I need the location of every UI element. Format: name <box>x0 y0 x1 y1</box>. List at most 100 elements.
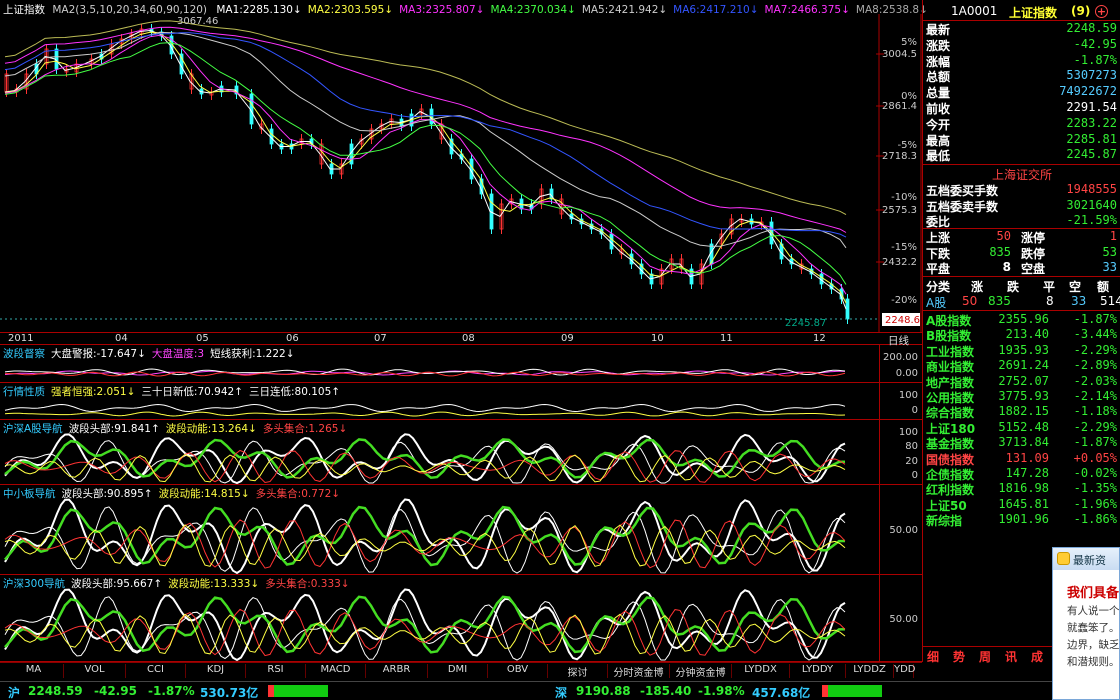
quote-value: 2291.54 <box>1066 100 1117 114</box>
side-tab[interactable]: 细 <box>927 648 939 665</box>
panel-divider <box>879 383 880 420</box>
indicator-tab-arbr[interactable]: ARBR <box>366 664 428 678</box>
month-label: 06 <box>286 333 299 344</box>
price-chart[interactable]: 3067.46 2245.87 3004.5 2861.4 2718.3 2575.3… <box>0 14 922 332</box>
side-tab[interactable]: 周 <box>979 648 991 665</box>
news-popup[interactable]: 最新资 我们具备 有人说一个 就蠢笨了。 边界，缺乏 和潜规则。 <box>1052 547 1120 700</box>
indicator-tab-kdj[interactable]: KDJ <box>186 664 246 678</box>
quote-value: -42.95 <box>1073 36 1117 51</box>
sh-pct: -1.87% <box>148 684 195 698</box>
index-row-pct: -2.29% <box>1073 342 1117 357</box>
class-header: 分类 涨 跌 平空 额 <box>923 278 1120 294</box>
index-row-pct: -1.18% <box>1073 404 1117 419</box>
quote-value: 2285.81 <box>1066 131 1117 146</box>
price-tick: 3004.5 <box>882 49 917 60</box>
quote-key: 总额 <box>926 70 951 85</box>
order-value: 3021640 <box>1066 197 1117 212</box>
indicator-panel[interactable]: 沪深A股导航 波段头部:91.841↑ 波段动能:13.264↓ 多头集合:1.265… <box>0 420 922 485</box>
popup-title[interactable]: 我们具备 <box>1053 570 1119 601</box>
index-row[interactable]: 地产指数 2752.07 -2.03% <box>923 374 1120 390</box>
indicator-panel[interactable]: 沪深300导航 波段头部:95.667↑ 波段动能:13.333↓ 多头集合:0.33… <box>0 575 922 662</box>
class-row[interactable]: A股 50 835 8 33 514 <box>923 294 1120 310</box>
index-row-value: 131.09 <box>1005 450 1049 465</box>
panel-plot <box>4 498 846 575</box>
quote-value: 2248.59 <box>1066 21 1117 35</box>
breadth-row: 下跌 835 跌停 53 <box>923 245 1120 261</box>
quote-row: 总量 74922672 <box>923 84 1120 100</box>
ma-line-6 <box>4 32 847 238</box>
indicator-tab-cci[interactable]: CCI <box>126 664 186 678</box>
order-row: 五档委卖手数 3021640 <box>923 198 1120 214</box>
index-row[interactable]: 综合指数 1882.15 -1.18% <box>923 404 1120 420</box>
order-key: 五档委卖手数 <box>926 199 999 214</box>
class-cell: 8 <box>1046 294 1054 308</box>
index-row[interactable]: 上证180 5152.48 -2.29% <box>923 420 1120 436</box>
indicator-tab-lyddy[interactable]: LYDDY <box>790 664 846 678</box>
month-label: 07 <box>374 333 387 344</box>
index-row[interactable]: A股指数 2355.96 -1.87% <box>923 312 1120 328</box>
exchange-title: 上海证交所 <box>923 166 1120 182</box>
indicator-tab-lyddx[interactable]: LYDDX <box>732 664 790 678</box>
indicator-panel[interactable]: 波段督察 大盘警报:-17.647↓ 大盘温度:3 短线获利:1.222↓ 200.00… <box>0 345 922 383</box>
index-row[interactable]: 公用指数 3775.93 -2.14% <box>923 389 1120 405</box>
panel-plot <box>4 433 846 485</box>
indicator-panel[interactable]: 中小板导航 波段头部:90.895↑ 波段动能:14.815↓ 多头集合:0.772↓… <box>0 485 922 575</box>
indicator-tab-lyddz[interactable]: LYDDZ <box>846 664 894 678</box>
quote-suffix: (9) <box>1071 4 1091 18</box>
indicator-tab-ydd[interactable]: YDD <box>894 664 916 678</box>
indicator-tab-分时资金博[interactable]: 分时资金博 <box>608 664 670 679</box>
index-row[interactable]: 企债指数 147.28 -0.02% <box>923 466 1120 482</box>
sh-value: 2248.59 <box>28 684 83 698</box>
price-tick: 2718.3 <box>882 151 917 162</box>
candle-body <box>845 298 850 320</box>
indicator-tab-rsi[interactable]: RSI <box>246 664 306 678</box>
last-price-tag: 2248.6 <box>885 315 920 326</box>
pct-tick: -15% <box>891 242 917 253</box>
popup-line: 和潜规则。 <box>1067 656 1120 668</box>
indicator-panel[interactable]: 行情性质 强者恒强:2.051↓ 三十日新低:70.942↑ 三日连低:80.105↑… <box>0 383 922 420</box>
indicator-tab-dmi[interactable]: DMI <box>428 664 488 678</box>
panel-divider <box>879 485 880 575</box>
quote-header: 1A0001 上证指数 (9) + <box>923 4 1120 20</box>
breadth-cell: 50 <box>996 229 1011 243</box>
indicator-tab-分钟资金博[interactable]: 分钟资金博 <box>670 664 732 679</box>
panel-series <box>4 411 846 417</box>
side-tab[interactable]: 势 <box>953 648 965 665</box>
exchange-name: 上海证交所 <box>991 168 1052 182</box>
side-tab[interactable]: 讯 <box>1005 648 1017 665</box>
index-row[interactable]: 工业指数 1935.93 -2.29% <box>923 343 1120 359</box>
ma-line-5 <box>4 31 847 249</box>
index-row[interactable]: 上证50 1645.81 -1.96% <box>923 497 1120 513</box>
indicator-tab-vol[interactable]: VOL <box>64 664 126 678</box>
indicator-tab-探讨[interactable]: 探讨 <box>548 664 608 679</box>
panel-axis-tick: 200.00 <box>883 352 918 363</box>
index-row[interactable]: 国债指数 131.09 +0.05% <box>923 451 1120 467</box>
index-row-value: 213.40 <box>1005 327 1049 342</box>
quote-value: 74922672 <box>1059 84 1117 99</box>
expand-icon[interactable]: + <box>1095 5 1108 18</box>
month-label: 12 <box>813 333 826 344</box>
breadth-cell: 8 <box>1002 260 1011 274</box>
index-row[interactable]: 商业指数 2691.24 -2.89% <box>923 358 1120 374</box>
indicator-tab-macd[interactable]: MACD <box>306 664 366 678</box>
index-row-pct: -2.29% <box>1073 419 1117 434</box>
quote-row: 总额 5307273 <box>923 68 1120 84</box>
index-row[interactable]: 新综指 1901.96 -1.86% <box>923 512 1120 528</box>
side-tab[interactable]: 成 <box>1031 648 1043 665</box>
pct-tick: -10% <box>891 192 917 203</box>
quote-value: 2245.87 <box>1066 147 1117 162</box>
quote-index-name: 上证指数 <box>1009 6 1058 20</box>
index-row[interactable]: B股指数 213.40 -3.44% <box>923 327 1120 343</box>
index-row[interactable]: 基金指数 3713.84 -1.87% <box>923 435 1120 451</box>
quote-row: 最低 2245.87 <box>923 147 1120 163</box>
index-row[interactable]: 红利指数 1816.98 -1.35% <box>923 481 1120 497</box>
indicator-tab-obv[interactable]: OBV <box>488 664 548 678</box>
indicator-tab-ma[interactable]: MA <box>4 664 64 678</box>
quote-key: 最高 <box>926 133 951 148</box>
sh-breadth-bar <box>268 685 328 697</box>
quote-key: 总量 <box>926 86 951 101</box>
class-header-cell: 涨 <box>971 280 984 294</box>
breadth-row: 上涨 50 涨停 1 <box>923 229 1120 245</box>
price-tick: 2861.4 <box>882 101 917 112</box>
ma-line-2 <box>4 31 847 304</box>
